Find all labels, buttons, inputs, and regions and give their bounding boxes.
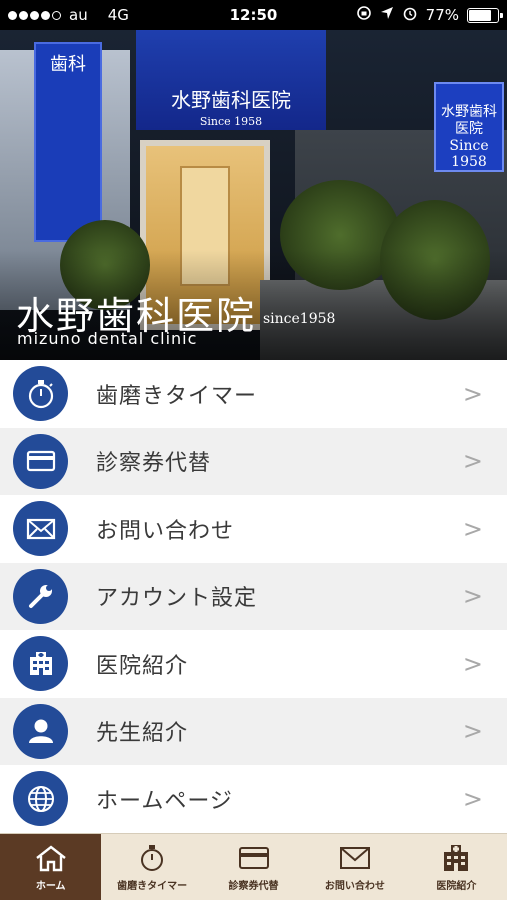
carrier-label: au — [69, 6, 88, 24]
awning-since: Since 1958 — [199, 115, 263, 128]
menu-item-label: 医院紹介 — [96, 653, 189, 679]
battery-icon — [467, 7, 503, 23]
tab-clinic-intro[interactable]: 医院紹介 — [406, 834, 507, 900]
tab-label: お問い合わせ — [324, 880, 385, 892]
building-icon — [444, 844, 469, 871]
tab-label: ホーム — [35, 880, 66, 892]
menu-item-clinic-intro[interactable]: 医院紹介 > — [0, 630, 507, 698]
awning-title: 水野歯科医院 — [171, 88, 291, 112]
clinic-subtitle: mizuno dental clinic — [17, 329, 198, 348]
tab-label: 歯磨きタイマー — [117, 880, 188, 892]
menu-item-brushing-timer[interactable]: 歯磨きタイマー > — [0, 360, 507, 428]
tab-brushing-timer[interactable]: 歯磨きタイマー — [101, 834, 202, 900]
clinic-since: since1958 — [263, 311, 336, 327]
location-icon — [380, 6, 394, 24]
tab-bar: ホーム 歯磨きタイマー 診察券代替 お問い合わせ 医院紹介 — [0, 833, 507, 900]
person-icon — [13, 703, 68, 759]
chevron-right-icon: > — [462, 447, 483, 476]
menu-item-label: アカウント設定 — [96, 586, 258, 612]
stopwatch-icon — [13, 366, 68, 422]
tab-label: 医院紹介 — [436, 880, 477, 892]
home-icon — [35, 844, 66, 871]
menu-item-doctor-intro[interactable]: 先生紹介 > — [0, 697, 507, 765]
tab-label: 診察券代替 — [228, 880, 279, 892]
hero-sign-right: 水野歯科医院 Since 1958 — [434, 82, 504, 172]
main-menu: 歯磨きタイマー > 診察券代替 > お問い合わせ > アカウント設定 > 医院紹… — [0, 360, 507, 833]
status-bar: au 4G 12:50 77% — [0, 0, 507, 30]
rotation-lock-icon — [356, 5, 372, 25]
chevron-right-icon: > — [462, 717, 483, 746]
menu-item-account-settings[interactable]: アカウント設定 > — [0, 562, 507, 630]
card-icon — [13, 433, 68, 489]
menu-item-label: ホームページ — [96, 788, 233, 814]
hero-banner: 歯科 水野歯科医院 Since 1958 水野歯科医院 Since 1958 水… — [0, 30, 507, 360]
globe-icon — [13, 771, 68, 827]
hero-sign-vertical: 歯科 — [34, 42, 102, 242]
menu-item-label: 先生紹介 — [96, 721, 189, 747]
battery-percent: 77% — [425, 6, 459, 24]
chevron-right-icon: > — [462, 649, 483, 678]
chevron-right-icon: > — [462, 514, 483, 543]
mail-icon — [13, 501, 68, 557]
menu-item-contact[interactable]: お問い合わせ > — [0, 495, 507, 563]
building-icon — [13, 636, 68, 692]
signal-strength-icon — [8, 10, 61, 20]
wrench-icon — [13, 568, 68, 624]
network-label: 4G — [107, 6, 129, 24]
menu-item-label: 診察券代替 — [96, 451, 212, 477]
mail-icon — [339, 846, 370, 869]
menu-item-homepage[interactable]: ホームページ > — [0, 765, 507, 833]
card-icon — [238, 846, 269, 869]
chevron-right-icon: > — [462, 379, 483, 408]
tab-card-substitute[interactable]: 診察券代替 — [203, 834, 304, 900]
chevron-right-icon: > — [462, 784, 483, 813]
menu-item-label: お問い合わせ — [96, 518, 235, 544]
menu-item-label: 歯磨きタイマー — [96, 383, 258, 409]
chevron-right-icon: > — [462, 582, 483, 611]
hero-awning: 水野歯科医院 Since 1958 — [136, 30, 326, 130]
tab-contact[interactable]: お問い合わせ — [304, 834, 405, 900]
alarm-icon — [402, 5, 418, 25]
stopwatch-icon — [141, 844, 164, 871]
menu-item-card-substitute[interactable]: 診察券代替 > — [0, 427, 507, 495]
tab-home[interactable]: ホーム — [0, 834, 102, 900]
